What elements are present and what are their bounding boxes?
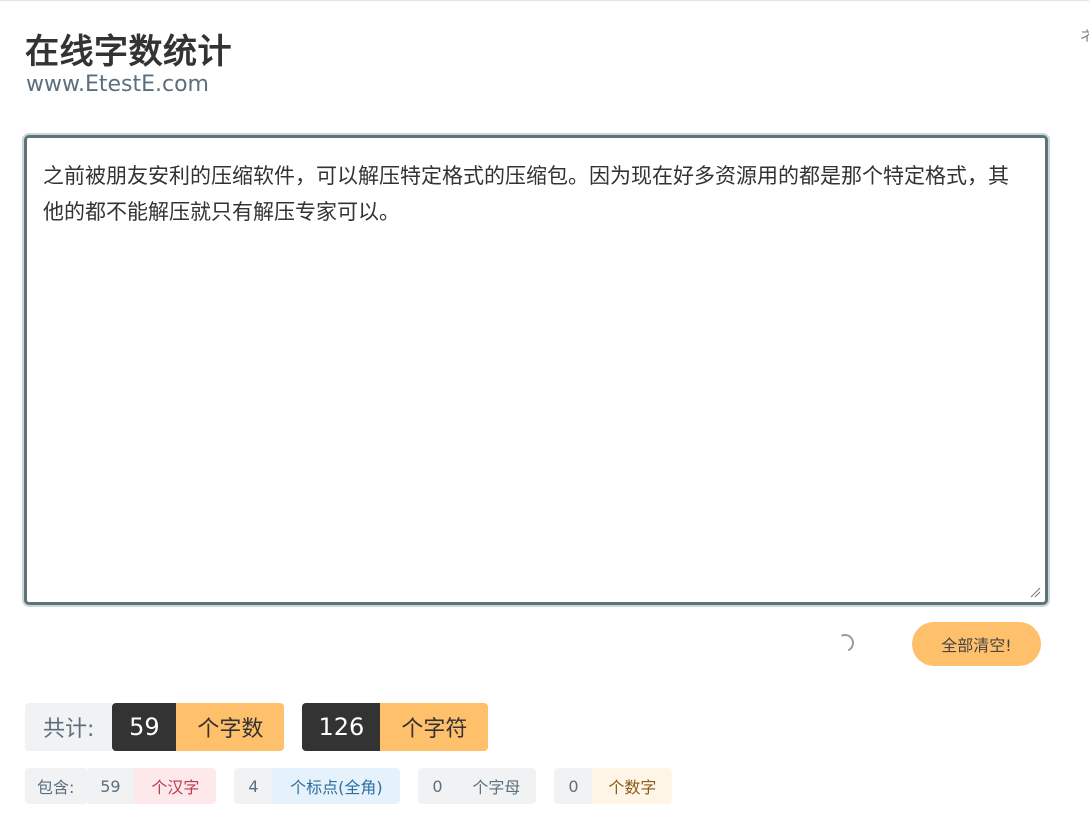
text-input[interactable]: 之前被朋友安利的压缩软件，可以解压特定格式的压缩包。因为现在好多资源用的都是那个… xyxy=(27,138,1045,602)
hanzi-count-badge: 59 个汉字 xyxy=(86,768,217,804)
totals-label: 共计: xyxy=(25,703,113,751)
loading-spinner-icon xyxy=(833,631,857,655)
punctuation-count-unit: 个标点(全角) xyxy=(272,768,401,804)
hanzi-count-value: 59 xyxy=(86,768,135,804)
punctuation-count-value: 4 xyxy=(234,768,273,804)
digit-count-value: 0 xyxy=(554,768,593,804)
symbol-count-unit: 个字符 xyxy=(380,703,489,751)
totals-bar: 共计: 59 个字数 126 个字符 xyxy=(25,703,489,751)
punctuation-count-badge: 4 个标点(全角) xyxy=(234,768,401,804)
letter-count-unit: 个字母 xyxy=(456,768,537,804)
char-count-value: 59 xyxy=(112,703,177,751)
letter-count-badge: 0 个字母 xyxy=(418,768,537,804)
char-count-unit: 个字数 xyxy=(176,703,285,751)
digit-count-badge: 0 个数字 xyxy=(554,768,673,804)
clipped-edge-text: ネ xyxy=(1080,29,1089,45)
symbol-count-badge: 126 个字符 xyxy=(302,703,489,751)
page-title: 在线字数统计 xyxy=(25,32,232,72)
breakdown-bar: 包含: 59 个汉字 4 个标点(全角) 0 个字母 0 个数字 xyxy=(25,768,673,804)
digit-count-unit: 个数字 xyxy=(592,768,673,804)
top-divider xyxy=(0,0,1089,1)
site-url: www.EtestE.com xyxy=(26,72,209,97)
symbol-count-value: 126 xyxy=(302,703,381,751)
char-count-badge: 59 个字数 xyxy=(112,703,285,751)
clear-all-button[interactable]: 全部清空! xyxy=(912,622,1041,666)
hanzi-count-unit: 个汉字 xyxy=(134,768,217,804)
resize-handle-icon[interactable] xyxy=(1030,587,1041,598)
letter-count-value: 0 xyxy=(418,768,457,804)
text-editor-frame: 之前被朋友安利的压缩软件，可以解压特定格式的压缩包。因为现在好多资源用的都是那个… xyxy=(24,135,1048,605)
breakdown-label: 包含: xyxy=(25,768,87,804)
